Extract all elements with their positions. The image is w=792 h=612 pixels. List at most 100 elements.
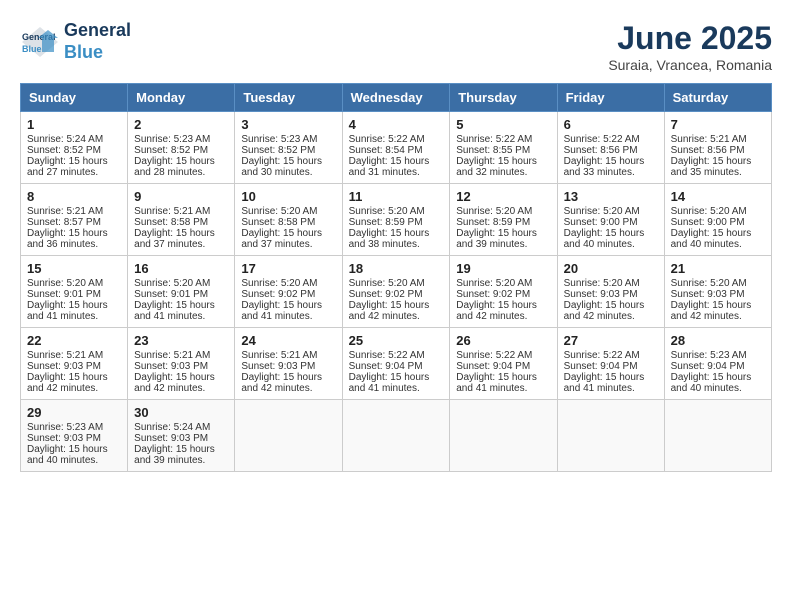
col-sunday: Sunday — [21, 84, 128, 112]
sunrise-text: Sunrise: 5:21 AM — [27, 350, 103, 361]
day-number: 4 — [349, 117, 444, 132]
logo-line2: Blue — [64, 42, 103, 62]
day-number: 23 — [134, 333, 228, 348]
sunset-text: Sunset: 9:03 PM — [671, 289, 745, 300]
sunrise-text: Sunrise: 5:20 AM — [456, 278, 532, 289]
daylight-text: Daylight: 15 hours and 42 minutes. — [564, 300, 645, 322]
daylight-text: Daylight: 15 hours and 41 minutes. — [241, 300, 322, 322]
sunset-text: Sunset: 9:03 PM — [134, 361, 208, 372]
sunset-text: Sunset: 9:03 PM — [241, 361, 315, 372]
calendar-cell: 13 Sunrise: 5:20 AM Sunset: 9:00 PM Dayl… — [557, 184, 664, 256]
sunset-text: Sunset: 8:58 PM — [241, 217, 315, 228]
day-number: 30 — [134, 405, 228, 420]
daylight-text: Daylight: 15 hours and 28 minutes. — [134, 156, 215, 178]
sunrise-text: Sunrise: 5:23 AM — [134, 134, 210, 145]
location: Suraia, Vrancea, Romania — [608, 57, 772, 73]
calendar-cell — [450, 400, 557, 472]
col-tuesday: Tuesday — [235, 84, 342, 112]
sunrise-text: Sunrise: 5:20 AM — [134, 278, 210, 289]
sunrise-text: Sunrise: 5:20 AM — [241, 206, 317, 217]
calendar-week-row: 29 Sunrise: 5:23 AM Sunset: 9:03 PM Dayl… — [21, 400, 772, 472]
logo-text: General Blue — [64, 20, 131, 63]
daylight-text: Daylight: 15 hours and 41 minutes. — [564, 372, 645, 394]
day-number: 3 — [241, 117, 335, 132]
day-number: 24 — [241, 333, 335, 348]
col-thursday: Thursday — [450, 84, 557, 112]
calendar-cell — [664, 400, 771, 472]
day-number: 17 — [241, 261, 335, 276]
day-number: 11 — [349, 189, 444, 204]
calendar-week-row: 1 Sunrise: 5:24 AM Sunset: 8:52 PM Dayli… — [21, 112, 772, 184]
daylight-text: Daylight: 15 hours and 37 minutes. — [134, 228, 215, 250]
daylight-text: Daylight: 15 hours and 40 minutes. — [564, 228, 645, 250]
daylight-text: Daylight: 15 hours and 40 minutes. — [671, 372, 752, 394]
sunrise-text: Sunrise: 5:20 AM — [349, 278, 425, 289]
sunrise-text: Sunrise: 5:22 AM — [349, 134, 425, 145]
sunset-text: Sunset: 8:56 PM — [564, 145, 638, 156]
sunrise-text: Sunrise: 5:22 AM — [564, 350, 640, 361]
day-number: 19 — [456, 261, 550, 276]
calendar-week-row: 15 Sunrise: 5:20 AM Sunset: 9:01 PM Dayl… — [21, 256, 772, 328]
day-number: 18 — [349, 261, 444, 276]
daylight-text: Daylight: 15 hours and 41 minutes. — [349, 372, 430, 394]
day-number: 22 — [27, 333, 121, 348]
sunrise-text: Sunrise: 5:20 AM — [241, 278, 317, 289]
daylight-text: Daylight: 15 hours and 42 minutes. — [241, 372, 322, 394]
sunset-text: Sunset: 9:04 PM — [564, 361, 638, 372]
sunrise-text: Sunrise: 5:24 AM — [27, 134, 103, 145]
sunrise-text: Sunrise: 5:20 AM — [671, 278, 747, 289]
sunrise-text: Sunrise: 5:21 AM — [241, 350, 317, 361]
daylight-text: Daylight: 15 hours and 41 minutes. — [134, 300, 215, 322]
calendar-cell: 20 Sunrise: 5:20 AM Sunset: 9:03 PM Dayl… — [557, 256, 664, 328]
daylight-text: Daylight: 15 hours and 40 minutes. — [27, 444, 108, 466]
daylight-text: Daylight: 15 hours and 42 minutes. — [349, 300, 430, 322]
day-number: 15 — [27, 261, 121, 276]
sunrise-text: Sunrise: 5:23 AM — [27, 422, 103, 433]
sunset-text: Sunset: 9:03 PM — [134, 433, 208, 444]
sunrise-text: Sunrise: 5:20 AM — [564, 206, 640, 217]
daylight-text: Daylight: 15 hours and 41 minutes. — [456, 372, 537, 394]
day-number: 26 — [456, 333, 550, 348]
calendar-header-row: Sunday Monday Tuesday Wednesday Thursday… — [21, 84, 772, 112]
calendar-cell: 15 Sunrise: 5:20 AM Sunset: 9:01 PM Dayl… — [21, 256, 128, 328]
day-number: 13 — [564, 189, 658, 204]
sunset-text: Sunset: 8:56 PM — [671, 145, 745, 156]
calendar-cell: 3 Sunrise: 5:23 AM Sunset: 8:52 PM Dayli… — [235, 112, 342, 184]
daylight-text: Daylight: 15 hours and 33 minutes. — [564, 156, 645, 178]
sunrise-text: Sunrise: 5:21 AM — [671, 134, 747, 145]
calendar-cell — [342, 400, 450, 472]
sunset-text: Sunset: 9:00 PM — [671, 217, 745, 228]
sunset-text: Sunset: 8:55 PM — [456, 145, 530, 156]
sunset-text: Sunset: 9:00 PM — [564, 217, 638, 228]
calendar-cell: 10 Sunrise: 5:20 AM Sunset: 8:58 PM Dayl… — [235, 184, 342, 256]
calendar-cell: 23 Sunrise: 5:21 AM Sunset: 9:03 PM Dayl… — [128, 328, 235, 400]
calendar-cell: 16 Sunrise: 5:20 AM Sunset: 9:01 PM Dayl… — [128, 256, 235, 328]
day-number: 29 — [27, 405, 121, 420]
daylight-text: Daylight: 15 hours and 41 minutes. — [27, 300, 108, 322]
month-title: June 2025 — [608, 20, 772, 57]
calendar-cell: 14 Sunrise: 5:20 AM Sunset: 9:00 PM Dayl… — [664, 184, 771, 256]
day-number: 12 — [456, 189, 550, 204]
col-wednesday: Wednesday — [342, 84, 450, 112]
day-number: 9 — [134, 189, 228, 204]
sunset-text: Sunset: 9:03 PM — [27, 361, 101, 372]
logo-icon: General Blue — [20, 22, 60, 62]
daylight-text: Daylight: 15 hours and 39 minutes. — [456, 228, 537, 250]
sunrise-text: Sunrise: 5:22 AM — [456, 350, 532, 361]
sunrise-text: Sunrise: 5:23 AM — [671, 350, 747, 361]
title-block: June 2025 Suraia, Vrancea, Romania — [608, 20, 772, 73]
day-number: 28 — [671, 333, 765, 348]
sunset-text: Sunset: 8:54 PM — [349, 145, 423, 156]
sunset-text: Sunset: 8:58 PM — [134, 217, 208, 228]
day-number: 25 — [349, 333, 444, 348]
sunrise-text: Sunrise: 5:21 AM — [134, 206, 210, 217]
day-number: 20 — [564, 261, 658, 276]
calendar-week-row: 22 Sunrise: 5:21 AM Sunset: 9:03 PM Dayl… — [21, 328, 772, 400]
sunrise-text: Sunrise: 5:20 AM — [349, 206, 425, 217]
calendar-cell: 24 Sunrise: 5:21 AM Sunset: 9:03 PM Dayl… — [235, 328, 342, 400]
sunset-text: Sunset: 8:52 PM — [134, 145, 208, 156]
sunrise-text: Sunrise: 5:22 AM — [456, 134, 532, 145]
calendar-cell: 25 Sunrise: 5:22 AM Sunset: 9:04 PM Dayl… — [342, 328, 450, 400]
daylight-text: Daylight: 15 hours and 32 minutes. — [456, 156, 537, 178]
calendar-cell: 19 Sunrise: 5:20 AM Sunset: 9:02 PM Dayl… — [450, 256, 557, 328]
